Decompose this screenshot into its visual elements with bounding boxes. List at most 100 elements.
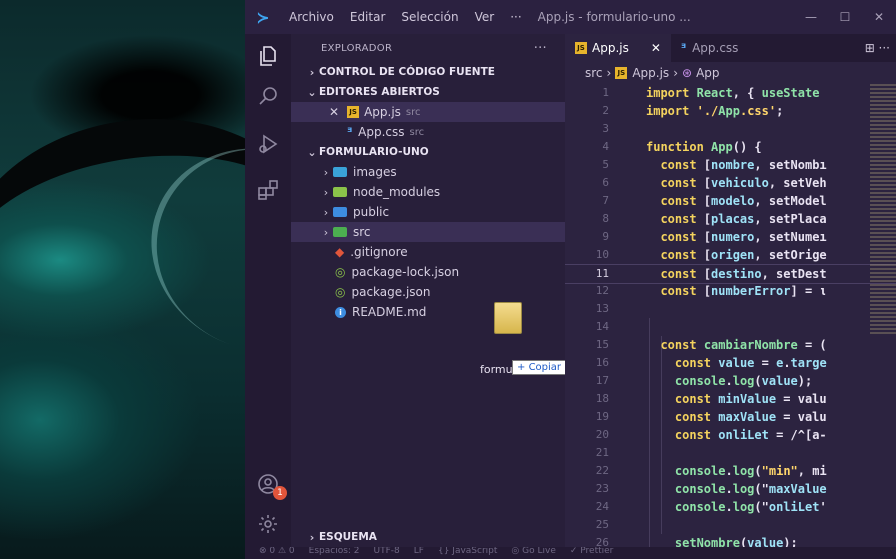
tab-appjs[interactable]: JS App.js ✕ <box>565 34 671 62</box>
code-editor[interactable]: 1 import React, { useState 2 import './App.… <box>565 84 896 547</box>
copy-tooltip: + Copiar <box>512 360 567 375</box>
code-line[interactable]: 2 import './App.css'; <box>565 102 896 120</box>
status-bar: ⊗ 0 ⚠ 0 Espacios: 2 UTF-8 LF {} JavaScript ◎ … <box>245 547 896 559</box>
explorer-more-button[interactable]: ··· <box>534 41 547 56</box>
section-scm[interactable]: › CONTROL DE CÓDIGO FUENTE <box>291 62 565 82</box>
code-line[interactable]: 23 console.log("maxValue <box>565 480 896 498</box>
line-number: 13 <box>595 302 609 315</box>
code-text: console.log(value); <box>674 374 813 388</box>
code-text: const [numero, setNumeı <box>660 230 827 244</box>
code-text: const cambiarNombre = ( <box>660 338 827 352</box>
line-number: 5 <box>602 158 609 171</box>
status-item[interactable]: Espacios: 2 <box>309 547 360 556</box>
tree-file-gitignore[interactable]: ◆ .gitignore <box>291 242 565 262</box>
chevron-right-icon: › <box>323 225 329 239</box>
section-open-editors[interactable]: ⌄ EDITORES ABIERTOS <box>291 82 565 102</box>
code-line[interactable]: 15 const cambiarNombre = ( <box>565 336 896 354</box>
code-line[interactable]: 22 console.log("min", mi <box>565 462 896 480</box>
status-item[interactable]: ⊗ 0 ⚠ 0 <box>259 547 295 556</box>
line-number: 12 <box>595 284 609 297</box>
menu-more-button[interactable]: ··· <box>502 10 529 24</box>
code-line[interactable]: 12 const [numberError] = ι <box>565 282 896 300</box>
code-line[interactable]: 18 const minValue = valu <box>565 390 896 408</box>
account-badge: 1 <box>273 486 287 500</box>
explorer-icon[interactable] <box>245 38 291 74</box>
tree-file-readme[interactable]: i README.md <box>291 302 565 322</box>
code-line[interactable]: 14 <box>565 318 896 336</box>
menu-archivo[interactable]: Archivo <box>281 10 342 24</box>
activity-bar: 1 <box>245 34 291 559</box>
maximize-button[interactable]: ☐ <box>828 10 862 24</box>
tree-item-label: images <box>353 165 397 179</box>
line-number: 2 <box>602 104 609 117</box>
code-line[interactable]: 20 const onliLet = /^[a- <box>565 426 896 444</box>
open-editor-appcss[interactable]: ᴲ App.css src <box>291 122 565 142</box>
line-number: 21 <box>595 446 609 459</box>
status-item[interactable]: ✓ Prettier <box>570 547 614 556</box>
open-editor-appjs[interactable]: ✕ JS App.js src <box>291 102 565 122</box>
close-window-button[interactable]: ✕ <box>862 10 896 24</box>
line-number: 10 <box>595 248 609 261</box>
line-number: 9 <box>602 230 609 243</box>
close-icon[interactable]: ✕ <box>329 105 339 119</box>
section-open-editors-label: EDITORES ABIERTOS <box>319 86 440 98</box>
menu-ver[interactable]: Ver <box>467 10 503 24</box>
line-number: 1 <box>602 86 609 99</box>
code-line[interactable]: 25 <box>565 516 896 534</box>
breadcrumb-file[interactable]: App.js <box>632 66 669 80</box>
menu-seleccion[interactable]: Selección <box>393 10 466 24</box>
extensions-icon[interactable] <box>245 172 291 208</box>
code-line[interactable]: 9 const [numero, setNumeı <box>565 228 896 246</box>
npm-icon: ◎ <box>335 265 346 279</box>
run-debug-icon[interactable] <box>245 126 291 162</box>
tab-appcss[interactable]: ᴲ App.css <box>671 34 749 62</box>
menu-editar[interactable]: Editar <box>342 10 394 24</box>
code-line[interactable]: 1 import React, { useState <box>565 84 896 102</box>
status-item[interactable]: UTF-8 <box>374 547 400 556</box>
section-project[interactable]: ⌄ FORMULARIO-UNO <box>291 142 565 162</box>
status-item[interactable]: LF <box>414 547 424 556</box>
code-text: const maxValue = valu <box>674 410 827 424</box>
code-line[interactable]: 19 const maxValue = valu <box>565 408 896 426</box>
code-line[interactable]: 4 function App() { <box>565 138 896 156</box>
account-icon[interactable]: 1 <box>245 466 291 502</box>
code-text: console.log("maxValue <box>674 482 827 496</box>
tree-file-package-lock[interactable]: ◎ package-lock.json <box>291 262 565 282</box>
code-line[interactable]: 13 <box>565 300 896 318</box>
code-line[interactable]: 8 const [placas, setPlaca <box>565 210 896 228</box>
code-line[interactable]: 24 console.log("onliLet' <box>565 498 896 516</box>
tab-close-icon[interactable]: ✕ <box>651 41 661 55</box>
status-item[interactable]: {} JavaScript <box>438 547 497 556</box>
code-line[interactable]: 26 setNombre(value); <box>565 534 896 547</box>
tree-folder-src[interactable]: › src <box>291 222 565 242</box>
chevron-right-icon: › <box>309 530 315 544</box>
minimize-button[interactable]: — <box>794 10 828 24</box>
code-line[interactable]: 7 const [modelo, setModel <box>565 192 896 210</box>
code-text: const value = e.targe <box>674 356 827 370</box>
chevron-down-icon: ⌄ <box>307 145 317 159</box>
tree-folder-public[interactable]: › public <box>291 202 565 222</box>
code-text: import React, { useState <box>646 86 820 100</box>
explorer-header: EXPLORADOR ··· <box>291 34 565 62</box>
code-line[interactable]: 16 const value = e.targe <box>565 354 896 372</box>
status-item[interactable]: ◎ Go Live <box>511 547 555 556</box>
code-line[interactable]: 10 const [origen, setOrige <box>565 246 896 264</box>
breadcrumb-symbol[interactable]: App <box>696 66 719 80</box>
code-line[interactable]: 5 const [nombre, setNombı <box>565 156 896 174</box>
settings-gear-icon[interactable] <box>245 506 291 542</box>
tree-folder-node-modules[interactable]: › node_modules <box>291 182 565 202</box>
code-line[interactable]: 3 <box>565 120 896 138</box>
code-line[interactable]: 11 const [destino, setDest <box>565 264 896 284</box>
tree-file-package-json[interactable]: ◎ package.json <box>291 282 565 302</box>
line-number: 18 <box>595 392 609 405</box>
search-icon[interactable] <box>245 78 291 114</box>
section-outline[interactable]: › ESQUEMA <box>291 527 579 547</box>
breadcrumb-src[interactable]: src <box>585 66 603 80</box>
code-line[interactable]: 17 console.log(value); <box>565 372 896 390</box>
code-text: const [destino, setDest <box>660 267 827 281</box>
code-line[interactable]: 6 const [vehiculo, setVeh <box>565 174 896 192</box>
minimap[interactable] <box>870 84 896 334</box>
split-editor-button[interactable]: ⊞ ··· <box>865 41 890 55</box>
tree-folder-images[interactable]: › images <box>291 162 565 182</box>
code-line[interactable]: 21 <box>565 444 896 462</box>
